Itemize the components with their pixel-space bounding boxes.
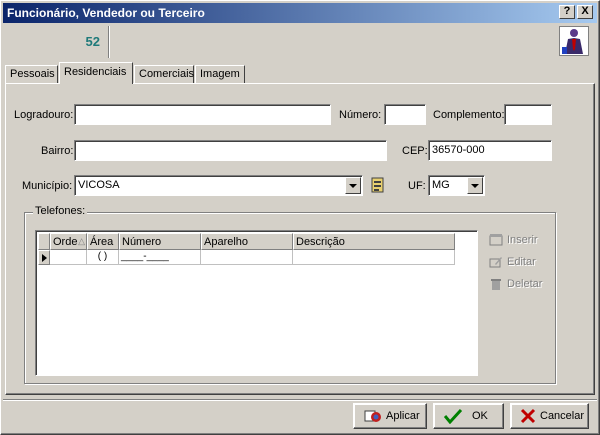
insert-icon	[489, 233, 503, 247]
numero-input[interactable]	[384, 104, 426, 125]
telefones-groupbox: Telefones: Orde △ Área Número Aparelho De…	[24, 205, 556, 384]
cancel-label: Cancelar	[540, 410, 585, 422]
trash-icon	[489, 277, 503, 291]
insert-button[interactable]: Inserir	[487, 232, 553, 250]
header-panel: 52	[3, 24, 597, 60]
bairro-label: Bairro:	[41, 145, 74, 157]
telefones-grid[interactable]: Orde △ Área Número Aparelho Descrição ( )…	[35, 230, 478, 376]
close-button[interactable]: X	[577, 5, 593, 19]
col-header-aparelho[interactable]: Aparelho	[201, 233, 293, 250]
municipio-dropdown-button[interactable]	[345, 177, 361, 194]
logradouro-input[interactable]	[74, 104, 331, 125]
ok-label: OK	[472, 410, 488, 422]
cell-descricao[interactable]	[293, 250, 455, 265]
delete-button[interactable]: Deletar	[487, 276, 553, 294]
tab-imagem[interactable]: Imagem	[195, 65, 245, 84]
tab-pessoais[interactable]: Pessoais	[5, 65, 58, 84]
city-lookup-icon[interactable]	[370, 176, 386, 194]
cep-input[interactable]: 36570-000	[428, 140, 552, 161]
cancel-x-icon	[519, 408, 537, 424]
telefones-legend: Telefones:	[33, 205, 88, 217]
edit-label: Editar	[507, 256, 536, 268]
complemento-label: Complemento:	[433, 109, 505, 121]
tab-pessoais-label: Pessoais	[10, 68, 55, 80]
tab-comerciais[interactable]: Comerciais	[134, 65, 194, 84]
row-indicator-icon	[38, 250, 50, 265]
cell-ordem[interactable]	[50, 250, 87, 265]
window-title: Funcionário, Vendedor ou Terceiro	[7, 6, 205, 20]
uf-value: MG	[432, 179, 450, 191]
edit-button[interactable]: Editar	[487, 254, 553, 272]
apply-label: Aplicar	[386, 410, 420, 422]
municipio-value: VICOSA	[78, 179, 120, 191]
ok-button[interactable]: OK	[433, 403, 504, 429]
municipio-select[interactable]: VICOSA	[74, 175, 363, 196]
bairro-input[interactable]	[74, 140, 387, 161]
grid-corner	[38, 233, 50, 250]
municipio-label: Município:	[22, 180, 73, 192]
col-header-descricao[interactable]: Descrição	[293, 233, 455, 250]
col-header-numero[interactable]: Número	[119, 233, 201, 250]
tab-strip: Pessoais Residenciais Comerciais Imagem	[5, 62, 405, 84]
record-id: 52	[85, 34, 100, 49]
edit-icon	[489, 255, 503, 269]
checkmark-icon	[443, 408, 463, 425]
uf-select[interactable]: MG	[428, 175, 485, 196]
uf-dropdown-button[interactable]	[467, 177, 483, 194]
tab-imagem-label: Imagem	[200, 68, 240, 80]
title-bar[interactable]: Funcionário, Vendedor ou Terceiro ? X	[3, 3, 597, 23]
tab-page-residenciais: Logradouro: Número: Complemento: Bairro:…	[5, 83, 595, 395]
tab-comerciais-label: Comerciais	[139, 68, 195, 80]
cancel-button[interactable]: Cancelar	[510, 403, 589, 429]
dialog-window: Funcionário, Vendedor ou Terceiro ? X 52…	[0, 0, 600, 435]
apply-icon	[364, 408, 382, 424]
cell-area[interactable]: ( )	[87, 250, 119, 265]
person-tie-icon	[559, 26, 589, 56]
cell-numero[interactable]: ____-____	[119, 250, 201, 265]
col-header-area[interactable]: Área	[87, 233, 119, 250]
cep-label: CEP:	[402, 145, 428, 157]
record-id-box: 52	[7, 26, 109, 58]
tab-residenciais[interactable]: Residenciais	[59, 62, 133, 84]
col-header-ordem[interactable]: Orde △	[50, 233, 87, 250]
numero-label: Número:	[339, 109, 382, 121]
logradouro-label: Logradouro:	[14, 109, 74, 121]
insert-label: Inserir	[507, 234, 538, 246]
delete-label: Deletar	[507, 278, 543, 290]
tab-residenciais-label: Residenciais	[64, 66, 127, 78]
apply-button[interactable]: Aplicar	[353, 403, 427, 429]
uf-label: UF:	[408, 180, 426, 192]
cell-aparelho[interactable]	[201, 250, 293, 265]
sort-icon: △	[78, 236, 85, 246]
bottom-separator	[3, 399, 597, 401]
complemento-input[interactable]	[504, 104, 552, 125]
col-ordem-label: Orde	[53, 236, 78, 248]
help-button[interactable]: ?	[559, 5, 575, 19]
